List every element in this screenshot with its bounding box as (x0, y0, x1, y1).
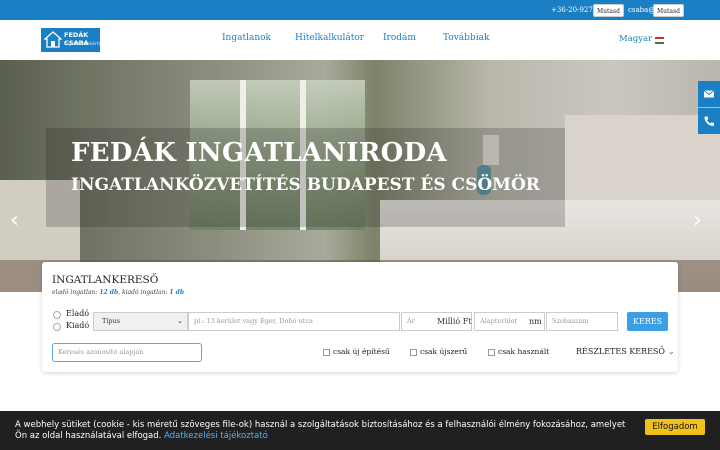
search-heading: INGATLANKERESŐ (52, 274, 159, 286)
checkbox-like-new-label[interactable]: csak újszerű (420, 347, 467, 356)
cookie-text-line2-text: Ön az oldal használatával elfogad. (15, 431, 165, 441)
chevron-down-icon: ⌄ (177, 317, 183, 325)
main-navigation: FEDÁK CSABA ingatlanszakértő Ingatlanok … (0, 20, 720, 60)
advanced-search-label: RÉSZLETES KERESŐ (576, 347, 665, 356)
count-rent: 1 db (169, 289, 185, 296)
phone-icon (704, 116, 714, 126)
location-input[interactable]: pl.: 13 kerület vagy Eger, Dobó utca (188, 312, 400, 331)
area-unit: nm (529, 317, 542, 326)
checkbox-used[interactable] (488, 349, 495, 356)
radio-rent[interactable] (53, 323, 61, 331)
hero-title: FEDÁK INGATLANIRODA (71, 138, 447, 168)
radio-rent-label[interactable]: Kiadó (66, 321, 89, 330)
email-address: csaba@ (628, 6, 656, 14)
rooms-input[interactable]: Szobaszám (546, 312, 618, 331)
chevron-down-icon: ⌄ (667, 347, 675, 356)
nav-item-tovabbiak[interactable]: Továbbiak (443, 33, 489, 43)
property-search-panel: INGATLANKERESŐ eladó ingatlan: 12 db, ki… (42, 262, 678, 372)
property-type-select[interactable]: Típus ⌄ (93, 312, 188, 331)
nav-item-ingatlanok[interactable]: Ingatlanok (222, 33, 271, 43)
property-type-value: Típus (102, 317, 121, 325)
side-email-tab[interactable] (698, 81, 720, 107)
advanced-search-toggle[interactable]: RÉSZLETES KERESŐ ⌄ (576, 347, 675, 356)
checkbox-new-build-label[interactable]: csak új építésű (333, 347, 390, 356)
privacy-policy-link[interactable]: Adatkezelési tájékoztató (164, 431, 268, 441)
checkbox-like-new[interactable] (410, 349, 417, 356)
radio-sale[interactable] (53, 311, 61, 319)
radio-sale-label[interactable]: Eladó (66, 309, 89, 318)
chevron-right-icon[interactable]: › (693, 210, 702, 232)
hero-slider: FEDÁK INGATLANIRODA INGATLANKÖZVETÍTÉS B… (0, 60, 720, 292)
listing-counts: eladó ingatlan: 12 db, kiadó ingatlan: 1… (52, 289, 184, 296)
counts-mid: , kiadó ingatlan: (118, 289, 170, 296)
envelope-icon (703, 90, 715, 98)
top-contact-bar: +36-20-927- Mutasd csaba@ Mutasd (0, 0, 720, 20)
checkbox-used-label[interactable]: csak használt (498, 347, 549, 356)
hero-subtitle: INGATLANKÖZVETÍTÉS BUDAPEST ÉS CSÖMÖR (71, 175, 540, 195)
accept-cookies-button[interactable]: Elfogadom (645, 419, 705, 435)
phone-number: +36-20-927- (551, 6, 596, 14)
logo-tagline: ingatlanszakértő (64, 42, 102, 47)
cookie-text-line1: A webhely sütiket (cookie - kis méretű s… (15, 420, 626, 430)
search-button[interactable]: KERES (627, 312, 668, 331)
side-phone-tab[interactable] (698, 108, 720, 134)
price-unit: Millió Ft (437, 317, 472, 326)
counts-prefix: eladó ingatlan: (52, 289, 100, 296)
chevron-left-icon[interactable]: ‹ (10, 210, 19, 232)
hungarian-flag-icon[interactable] (655, 37, 664, 44)
cookie-consent-bar: A webhely sütiket (cookie - kis méretű s… (0, 411, 720, 450)
language-selector[interactable]: Magyar (619, 34, 652, 44)
count-sale: 12 db (99, 289, 119, 296)
show-phone-button[interactable]: Mutasd (593, 4, 624, 17)
id-search-input[interactable]: Keresés azonosító alapján (52, 343, 202, 362)
house-logo-icon (44, 31, 62, 48)
site-logo[interactable]: FEDÁK CSABA ingatlanszakértő (41, 28, 102, 52)
cookie-text-line2: Ön az oldal használatával elfogad. Adatk… (15, 431, 268, 441)
checkbox-new-build[interactable] (323, 349, 330, 356)
show-email-button[interactable]: Mutasd (653, 4, 684, 17)
nav-item-hitelkalkulator[interactable]: Hitelkalkulátor (295, 33, 364, 43)
nav-item-irodam[interactable]: Irodám (383, 33, 416, 43)
